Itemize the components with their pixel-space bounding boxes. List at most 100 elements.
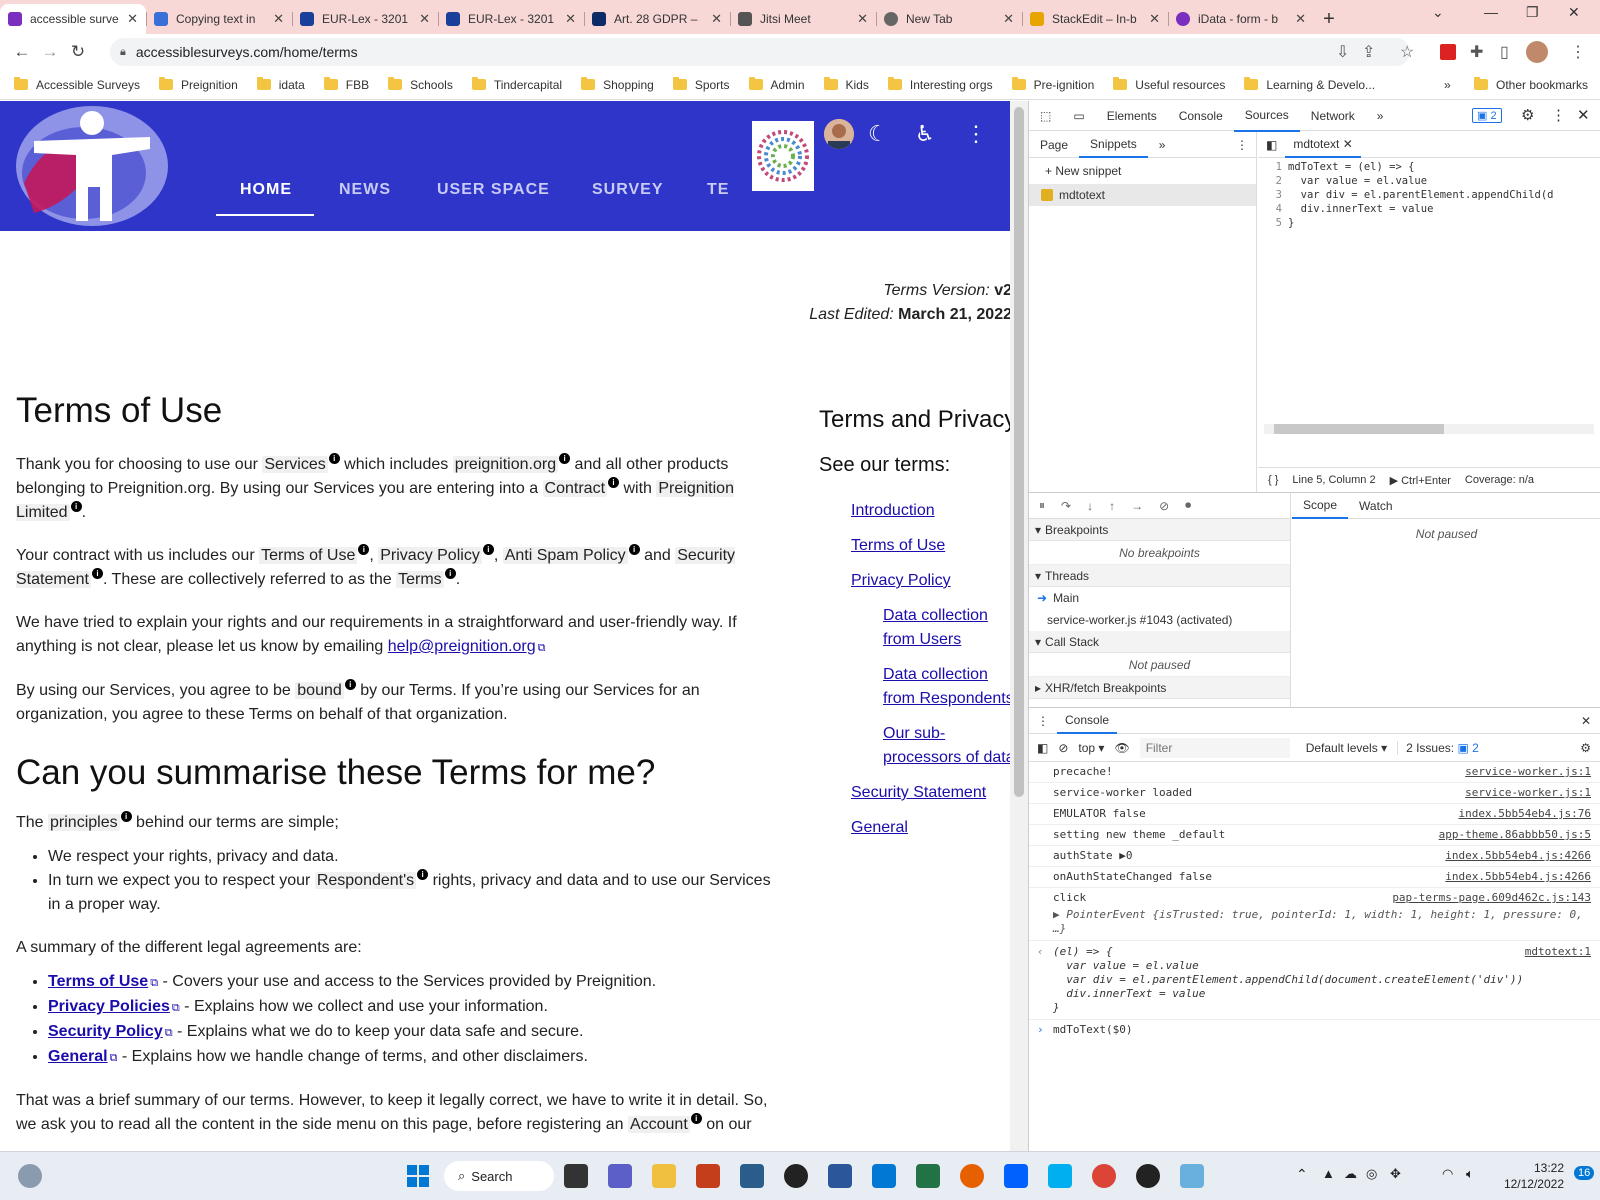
term-anti-spam[interactable]: Anti Spam Policy [502,547,628,564]
info-icon[interactable]: i [91,568,103,579]
source-link[interactable]: service-worker.js:1 [1465,762,1591,782]
close-tab-icon[interactable]: ✕ [419,11,430,27]
term-contract[interactable]: Contract [542,480,608,497]
term-privacy-policy[interactable]: Privacy Policy [378,547,482,564]
toc-privacy-policy[interactable]: Privacy Policy [851,569,1019,593]
skype-icon[interactable] [1048,1164,1072,1188]
source-link[interactable]: mdtotext:1 [1525,945,1591,959]
term-account[interactable]: Account [627,1116,690,1133]
file-explorer-icon[interactable] [652,1164,676,1188]
back-icon[interactable]: ← [8,42,36,62]
close-file-icon[interactable]: ✕ [1343,137,1353,151]
bookmark-item[interactable]: Kids [823,77,869,92]
step-over-icon[interactable]: ↷ [1061,499,1071,513]
privacy-policies-link[interactable]: Privacy Policies [48,998,170,1015]
general-link[interactable]: General [48,1048,108,1065]
toc-security-statement[interactable]: Security Statement [851,781,1019,805]
browser-tab[interactable]: iData - form - b ✕ [1168,4,1314,34]
bookmark-item[interactable]: Schools [388,77,453,92]
page-scrollbar-thumb[interactable] [1014,107,1024,797]
drawer-menu-icon[interactable]: ⋮ [1029,714,1057,728]
nav-user-space[interactable]: USER SPACE [437,181,550,199]
powerpoint-icon[interactable] [696,1164,720,1188]
step-into-icon[interactable]: ↓ [1087,499,1093,513]
info-icon[interactable]: i [328,453,340,464]
nav-terms[interactable]: TE [707,181,729,199]
extensions-puzzle-icon[interactable]: ✚ [1470,42,1483,62]
browser-tab[interactable]: EUR-Lex - 3201 ✕ [438,4,584,34]
info-icon[interactable]: i [628,544,640,555]
browser-tab[interactable]: accessible surve ✕ [0,4,146,34]
outlook-icon[interactable] [872,1164,896,1188]
close-tab-icon[interactable]: ✕ [711,11,722,27]
console-issues-button[interactable]: 2 Issues: ▣ 2 [1397,740,1479,755]
term-respondents[interactable]: Respondent's [314,872,417,889]
run-snippet-button[interactable]: ▶ Ctrl+Enter [1390,474,1451,487]
volume-icon[interactable]: 🔈︎ [1466,1166,1474,1182]
thread-service-worker[interactable]: service-worker.js #1043 (activated) [1029,609,1290,631]
pause-on-exceptions-icon[interactable]: ⏺ [1185,498,1191,513]
settings-gear-icon[interactable]: ⚙ [1521,106,1534,124]
minimize-icon[interactable]: — [1484,4,1498,20]
navigator-menu-icon[interactable]: ⋮ [1236,138,1248,152]
info-icon[interactable]: i [344,679,356,690]
media-player-icon[interactable] [1136,1164,1160,1188]
new-snippet-button[interactable]: + New snippet [1029,158,1256,184]
browser-tab[interactable]: Copying text in ✕ [146,4,292,34]
source-link[interactable]: service-worker.js:1 [1465,783,1591,803]
console-drawer-tab[interactable]: Console [1057,708,1118,734]
browser-tab[interactable]: EUR-Lex - 3201 ✕ [292,4,438,34]
install-icon[interactable]: ⇩ [1336,42,1349,62]
app-icon[interactable] [1180,1164,1204,1188]
bookmark-item[interactable]: Useful resources [1113,77,1225,92]
source-link[interactable]: index.5bb54eb4.js:4266 [1445,846,1591,866]
onedrive-cloud-icon[interactable]: ☁ [1344,1166,1357,1182]
source-link[interactable]: index.5bb54eb4.js:76 [1459,804,1591,824]
nav-news[interactable]: NEWS [339,181,391,199]
deactivate-breakpoints-icon[interactable]: ⊘ [1159,499,1169,513]
dark-mode-moon-icon[interactable]: ☾ [868,121,888,147]
bookmark-item[interactable]: Accessible Surveys [14,77,140,92]
close-tab-icon[interactable]: ✕ [565,11,576,27]
firefox-icon[interactable] [960,1164,984,1188]
source-link[interactable]: index.5bb54eb4.js:4266 [1445,867,1591,887]
code-lines[interactable]: 1 mdToText = (el) => { 2 var value = el.v… [1258,158,1600,230]
info-icon[interactable]: i [70,501,82,512]
bookmark-item[interactable]: Preignition [159,77,238,92]
accessibility-icon[interactable]: ♿︎ [915,121,935,147]
toc-sub-processors[interactable]: Our sub-processors of data [883,722,1019,770]
security-policy-link[interactable]: Security Policy [48,1023,163,1040]
tab-sources[interactable]: Sources [1233,100,1300,132]
browser-tab[interactable]: StackEdit – In-b ✕ [1022,4,1168,34]
info-icon[interactable]: i [690,1113,702,1124]
close-tab-icon[interactable]: ✕ [1149,11,1160,27]
close-tab-icon[interactable]: ✕ [273,11,284,27]
browser-tab[interactable]: New Tab ✕ [876,4,1022,34]
chrome-taskbar-icon[interactable] [1092,1164,1116,1188]
source-link[interactable]: pap-terms-page.609d462c.js:143 [1392,888,1591,908]
xhr-breakpoints-section[interactable]: ▸ XHR/fetch Breakpoints [1029,677,1290,699]
step-icon[interactable]: → [1131,499,1143,513]
editor-h-scrollbar[interactable] [1264,424,1594,434]
toc-terms-of-use[interactable]: Terms of Use [851,534,1019,558]
close-drawer-icon[interactable]: ✕ [1581,714,1591,728]
tab-snippets[interactable]: Snippets [1079,132,1148,158]
widgets-icon[interactable] [18,1164,42,1188]
tab-page[interactable]: Page [1029,130,1079,160]
snippet-item[interactable]: mdtotext [1029,184,1256,206]
tab-watch[interactable]: Watch [1348,491,1404,521]
info-icon[interactable]: i [559,453,571,464]
info-icon[interactable]: i [444,568,456,579]
close-tab-icon[interactable]: ✕ [127,11,138,27]
more-tabs-icon[interactable]: » [1366,101,1395,131]
chat-icon[interactable] [608,1164,632,1188]
bookmark-item[interactable]: Tindercapital [471,77,562,92]
toc-data-respondents[interactable]: Data collection from Respondents [883,663,1019,711]
tab-console[interactable]: Console [1168,101,1234,131]
issues-badge[interactable]: ▣ 2 [1472,108,1502,123]
info-icon[interactable]: i [358,544,370,555]
store-icon[interactable] [740,1164,764,1188]
more-menu-icon[interactable]: ⋮ [965,121,987,147]
term-terms[interactable]: Terms [396,571,444,588]
close-devtools-icon[interactable]: ✕ [1577,106,1590,124]
